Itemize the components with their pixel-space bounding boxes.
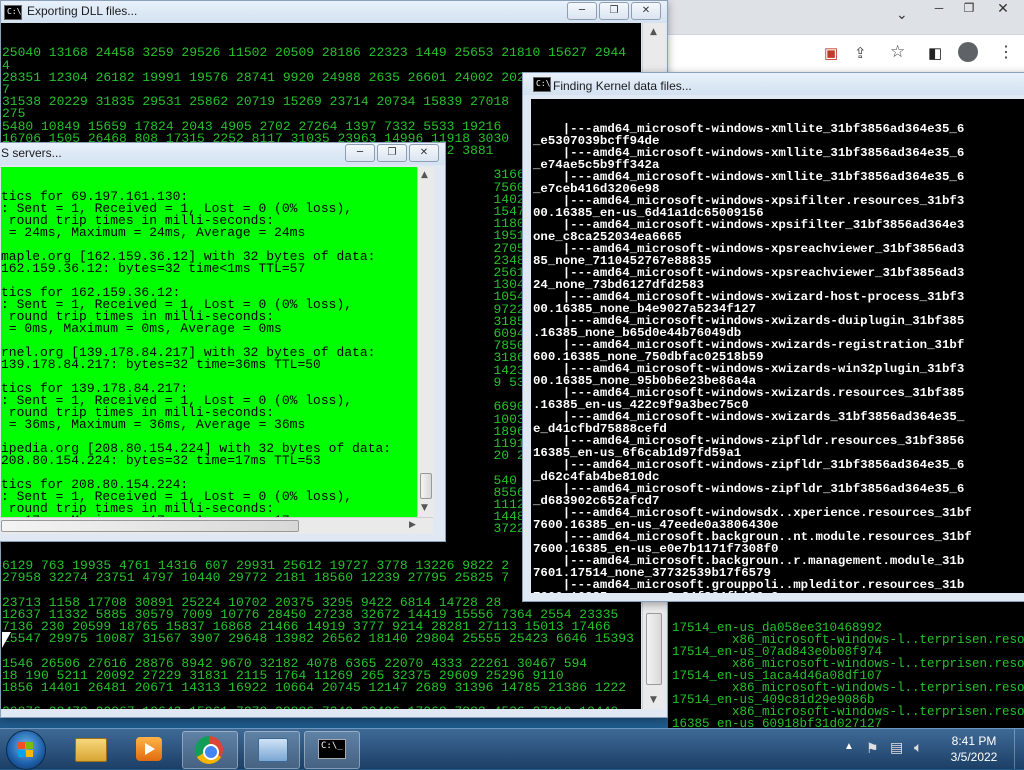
- dll-close-button[interactable]: ✕: [631, 2, 661, 20]
- cmd-icon: C:\: [4, 5, 22, 20]
- ping-console: tics for 69.197.161.130:: Sent = 1, Rece…: [1, 167, 417, 517]
- browser-close-button[interactable]: ✕: [988, 0, 1018, 16]
- kernel-console: |---amd64_microsoft-windows-xmllite_31bf…: [531, 99, 1024, 593]
- control-panel-icon: [258, 738, 288, 762]
- show-hidden-icons-button[interactable]: ▲: [844, 741, 854, 752]
- taskbar-cmd-button[interactable]: C:\_: [304, 731, 360, 769]
- tab-search-chevron-icon[interactable]: ⌄: [896, 6, 908, 23]
- dll-maximize-button[interactable]: ❐: [599, 2, 629, 20]
- ping-console-line: = 0ms, Maximum = 0ms, Average = 0ms: [1, 321, 282, 336]
- browser-minimize-button[interactable]: ─: [926, 1, 952, 17]
- ping-minimize-button[interactable]: ─: [345, 144, 375, 162]
- share-icon[interactable]: ⇪: [854, 44, 867, 62]
- show-desktop-button[interactable]: [1014, 729, 1024, 769]
- ping-horizontal-scrollbar[interactable]: ▶: [1, 517, 433, 534]
- kernel-window-title: Finding Kernel data files...: [553, 79, 692, 93]
- ping-titlebar[interactable]: S servers... ─ ❐ ✕: [0, 143, 445, 165]
- ping-console-text: tics for 69.197.161.130:: Sent = 1, Rece…: [1, 190, 417, 517]
- ping-console-line: = 36ms, Maximum = 36ms, Average = 36ms: [1, 417, 306, 432]
- kernel-console-text: |---amd64_microsoft-windows-xmllite_31bf…: [531, 123, 1024, 593]
- dll-minimize-button[interactable]: ─: [567, 2, 597, 20]
- dll-window-title: Exporting DLL files...: [27, 4, 138, 18]
- ping-console-line: 162.159.36.12: bytes=32 time<1ms TTL=57: [1, 261, 306, 276]
- dll-console-line: 25547 29975 10087 31567 3907 29648 13982…: [2, 631, 634, 647]
- clock[interactable]: 8:41 PM 3/5/2022: [938, 733, 1010, 765]
- dll-console-line: 1856 14401 26481 20671 14313 16922 10664…: [2, 679, 627, 695]
- background-console-text: 17514_en-us_da058ee310468992 x86_microso…: [668, 622, 1024, 728]
- folder-icon: [75, 738, 107, 762]
- ping-maximize-button[interactable]: ❐: [377, 144, 407, 162]
- clock-time: 8:41 PM: [951, 734, 997, 748]
- background-console: 17514_en-us_da058ee310468992 x86_microso…: [668, 598, 1024, 728]
- ping-window: S servers... ─ ❐ ✕ tics for 69.197.161.1…: [0, 142, 446, 542]
- cmd-taskbar-icon: C:\_: [318, 739, 346, 759]
- dll-console-line: 20876 28478 22967 10643 15961 7270 28886…: [2, 705, 641, 709]
- browser-maximize-button[interactable]: ❐: [956, 1, 982, 17]
- network-icon[interactable]: ▤: [890, 739, 903, 756]
- scroll-up-arrow-icon[interactable]: ▲: [421, 170, 428, 180]
- profile-avatar-icon[interactable]: [958, 42, 978, 62]
- windows-logo-icon: [18, 742, 34, 758]
- ping-window-title: S servers...: [1, 146, 62, 160]
- clock-date: 3/5/2022: [950, 750, 998, 764]
- dll-scroll-thumb[interactable]: [646, 613, 662, 685]
- scroll-up-arrow-icon[interactable]: ▲: [650, 27, 657, 37]
- ping-close-button[interactable]: ✕: [409, 144, 439, 162]
- side-panel-icon[interactable]: ◧: [928, 44, 942, 62]
- taskbar-control-panel-button[interactable]: [244, 731, 300, 769]
- ping-scroll-thumb[interactable]: [420, 473, 432, 499]
- scroll-down-arrow-icon[interactable]: ▼: [421, 503, 428, 513]
- bookmark-star-icon[interactable]: ☆: [890, 42, 905, 62]
- scroll-down-arrow-icon[interactable]: ▼: [650, 695, 657, 705]
- ping-hscroll-thumb[interactable]: [1, 520, 299, 532]
- dll-titlebar[interactable]: C:\ Exporting DLL files... ─ ❐ ✕: [1, 1, 667, 23]
- mouse-cursor-icon: [2, 632, 11, 648]
- start-button[interactable]: [6, 730, 46, 770]
- taskbar-chrome-button[interactable]: [182, 731, 238, 769]
- ping-console-line: 139.178.84.217: bytes=32 time=36ms TTL=5…: [1, 357, 321, 372]
- browser-menu-icon[interactable]: ⋮: [998, 42, 1014, 62]
- ping-console-line: 208.80.154.224: bytes=32 time=17ms TTL=5…: [1, 453, 321, 468]
- cast-icon[interactable]: ▣: [824, 44, 838, 62]
- kernel-window: C:\ Finding Kernel data files... |---amd…: [522, 72, 1024, 602]
- kernel-titlebar[interactable]: C:\ Finding Kernel data files...: [523, 73, 1024, 95]
- ping-console-line: = 24ms, Maximum = 24ms, Average = 24ms: [1, 225, 306, 240]
- dll-console-line: 25040 13168 24458 3259 29526 11502 20509…: [2, 45, 627, 61]
- action-center-flag-icon[interactable]: ⚑: [866, 740, 879, 757]
- volume-icon[interactable]: 🔈︎: [914, 739, 922, 756]
- scroll-right-arrow-icon[interactable]: ▶: [409, 520, 416, 530]
- taskbar-media-player-button[interactable]: [122, 731, 176, 767]
- taskbar-explorer-button[interactable]: [62, 731, 116, 767]
- chrome-icon-center: [203, 744, 219, 760]
- background-console-line: 16385_en-us_60918bf31d027127: [672, 717, 883, 728]
- play-icon: [145, 743, 155, 755]
- cmd-icon: C:\: [533, 77, 551, 92]
- taskbar: C:\_ ▲ ⚑ ▤ 🔈︎ 8:41 PM 3/5/2022: [0, 728, 1024, 770]
- ping-vertical-scrollbar[interactable]: ▲ ▼: [417, 167, 434, 517]
